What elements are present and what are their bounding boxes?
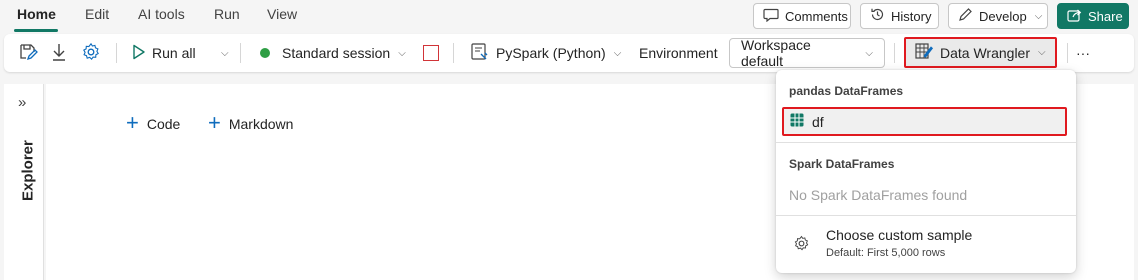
develop-label: Develop [979, 8, 1027, 24]
spark-dataframes-header: Spark DataFrames [789, 157, 895, 171]
chevron-down-icon: ⌵ [1038, 47, 1046, 58]
tab-view[interactable]: View [267, 6, 297, 22]
pencil-icon [958, 7, 973, 25]
history-icon [870, 7, 885, 25]
download-button[interactable] [50, 34, 68, 72]
add-code-label: Code [146, 116, 181, 132]
active-tab-indicator [14, 29, 58, 32]
plus-icon: + [208, 110, 221, 135]
data-wrangler-menu: pandas DataFrames df Spark DataFrames No… [776, 70, 1076, 273]
tab-home[interactable]: Home [17, 6, 56, 22]
run-all-button[interactable]: Run all [132, 34, 196, 72]
dataframe-item-df[interactable]: df [782, 107, 1067, 136]
explorer-rail: » Explorer [4, 84, 44, 280]
comments-label: Comments [785, 8, 848, 24]
share-button[interactable]: Share [1057, 3, 1129, 29]
explorer-label[interactable]: Explorer [8, 136, 48, 206]
session-selector[interactable]: Standard session ⌵ [260, 34, 406, 72]
menu-bar: Home Edit AI tools Run View Comments His… [0, 0, 1138, 32]
toolbar-divider [453, 43, 454, 63]
table-icon [790, 113, 804, 130]
toolbar-divider [1067, 43, 1068, 63]
develop-button[interactable]: Develop ⌵ [948, 3, 1048, 29]
add-code-cell-button[interactable]: + Code [126, 110, 181, 135]
custom-sample-text: Choose custom sample Default: First 5,00… [826, 227, 972, 259]
language-selector[interactable]: PySpark (Python) ⌵ [470, 34, 621, 72]
session-status-dot [260, 48, 270, 58]
toolbar-divider [116, 43, 117, 63]
gear-icon [793, 235, 810, 255]
history-button[interactable]: History [860, 3, 939, 29]
chevron-down-icon: ⌵ [1034, 10, 1043, 22]
dataframe-name: df [812, 113, 824, 130]
run-all-label: Run all [152, 45, 196, 61]
workspace-selector[interactable]: Workspace default ⌵ [729, 37, 885, 69]
run-all-dropdown[interactable]: ⌵ [219, 34, 229, 72]
custom-sample-subtitle: Default: First 5,000 rows [826, 247, 946, 259]
more-options-button[interactable]: ··· [1076, 34, 1090, 72]
chevron-down-icon: ⌵ [398, 47, 406, 59]
pandas-dataframes-header: pandas DataFrames [789, 84, 904, 98]
plus-icon: + [126, 110, 139, 135]
download-icon [50, 42, 68, 65]
pyspark-icon [470, 42, 490, 65]
stop-session-button[interactable] [423, 34, 439, 72]
add-markdown-label: Markdown [228, 116, 294, 132]
gear-icon [81, 42, 101, 65]
language-label: PySpark (Python) [496, 45, 606, 61]
menu-divider [776, 142, 1076, 143]
comment-icon [763, 8, 779, 25]
tab-edit[interactable]: Edit [85, 6, 109, 22]
share-icon [1067, 8, 1082, 25]
toolbar-divider [240, 43, 241, 63]
tab-run[interactable]: Run [214, 6, 240, 22]
data-wrangler-icon [914, 41, 934, 64]
expand-icon[interactable]: » [18, 94, 26, 111]
save-edit-icon [18, 42, 38, 65]
workspace-label: Workspace default [741, 37, 811, 69]
tab-ai-tools[interactable]: AI tools [138, 6, 185, 22]
chevron-down-icon: ⌵ [221, 47, 229, 59]
history-label: History [891, 8, 932, 24]
environment-label: Environment [639, 45, 718, 61]
settings-button[interactable] [81, 34, 101, 72]
comments-button[interactable]: Comments [753, 3, 851, 29]
play-icon [132, 44, 146, 63]
save-button[interactable] [18, 34, 38, 72]
spark-empty-message: No Spark DataFrames found [789, 187, 968, 203]
chevron-down-icon: ⌵ [613, 47, 622, 59]
share-label: Share [1088, 8, 1123, 24]
session-label: Standard session [282, 45, 391, 61]
notebook-toolbar: Run all ⌵ Standard session ⌵ PySpark (Py… [4, 34, 1134, 72]
chevron-down-icon: ⌵ [865, 47, 873, 59]
data-wrangler-button[interactable]: Data Wrangler ⌵ [904, 37, 1057, 68]
data-wrangler-label: Data Wrangler [940, 44, 1031, 61]
stop-icon [423, 45, 439, 61]
choose-custom-sample-item[interactable]: Choose custom sample Default: First 5,00… [793, 227, 1063, 265]
add-markdown-cell-button[interactable]: + Markdown [208, 110, 294, 135]
custom-sample-title: Choose custom sample [826, 227, 973, 243]
menu-divider [776, 215, 1076, 216]
toolbar-divider [894, 43, 895, 63]
